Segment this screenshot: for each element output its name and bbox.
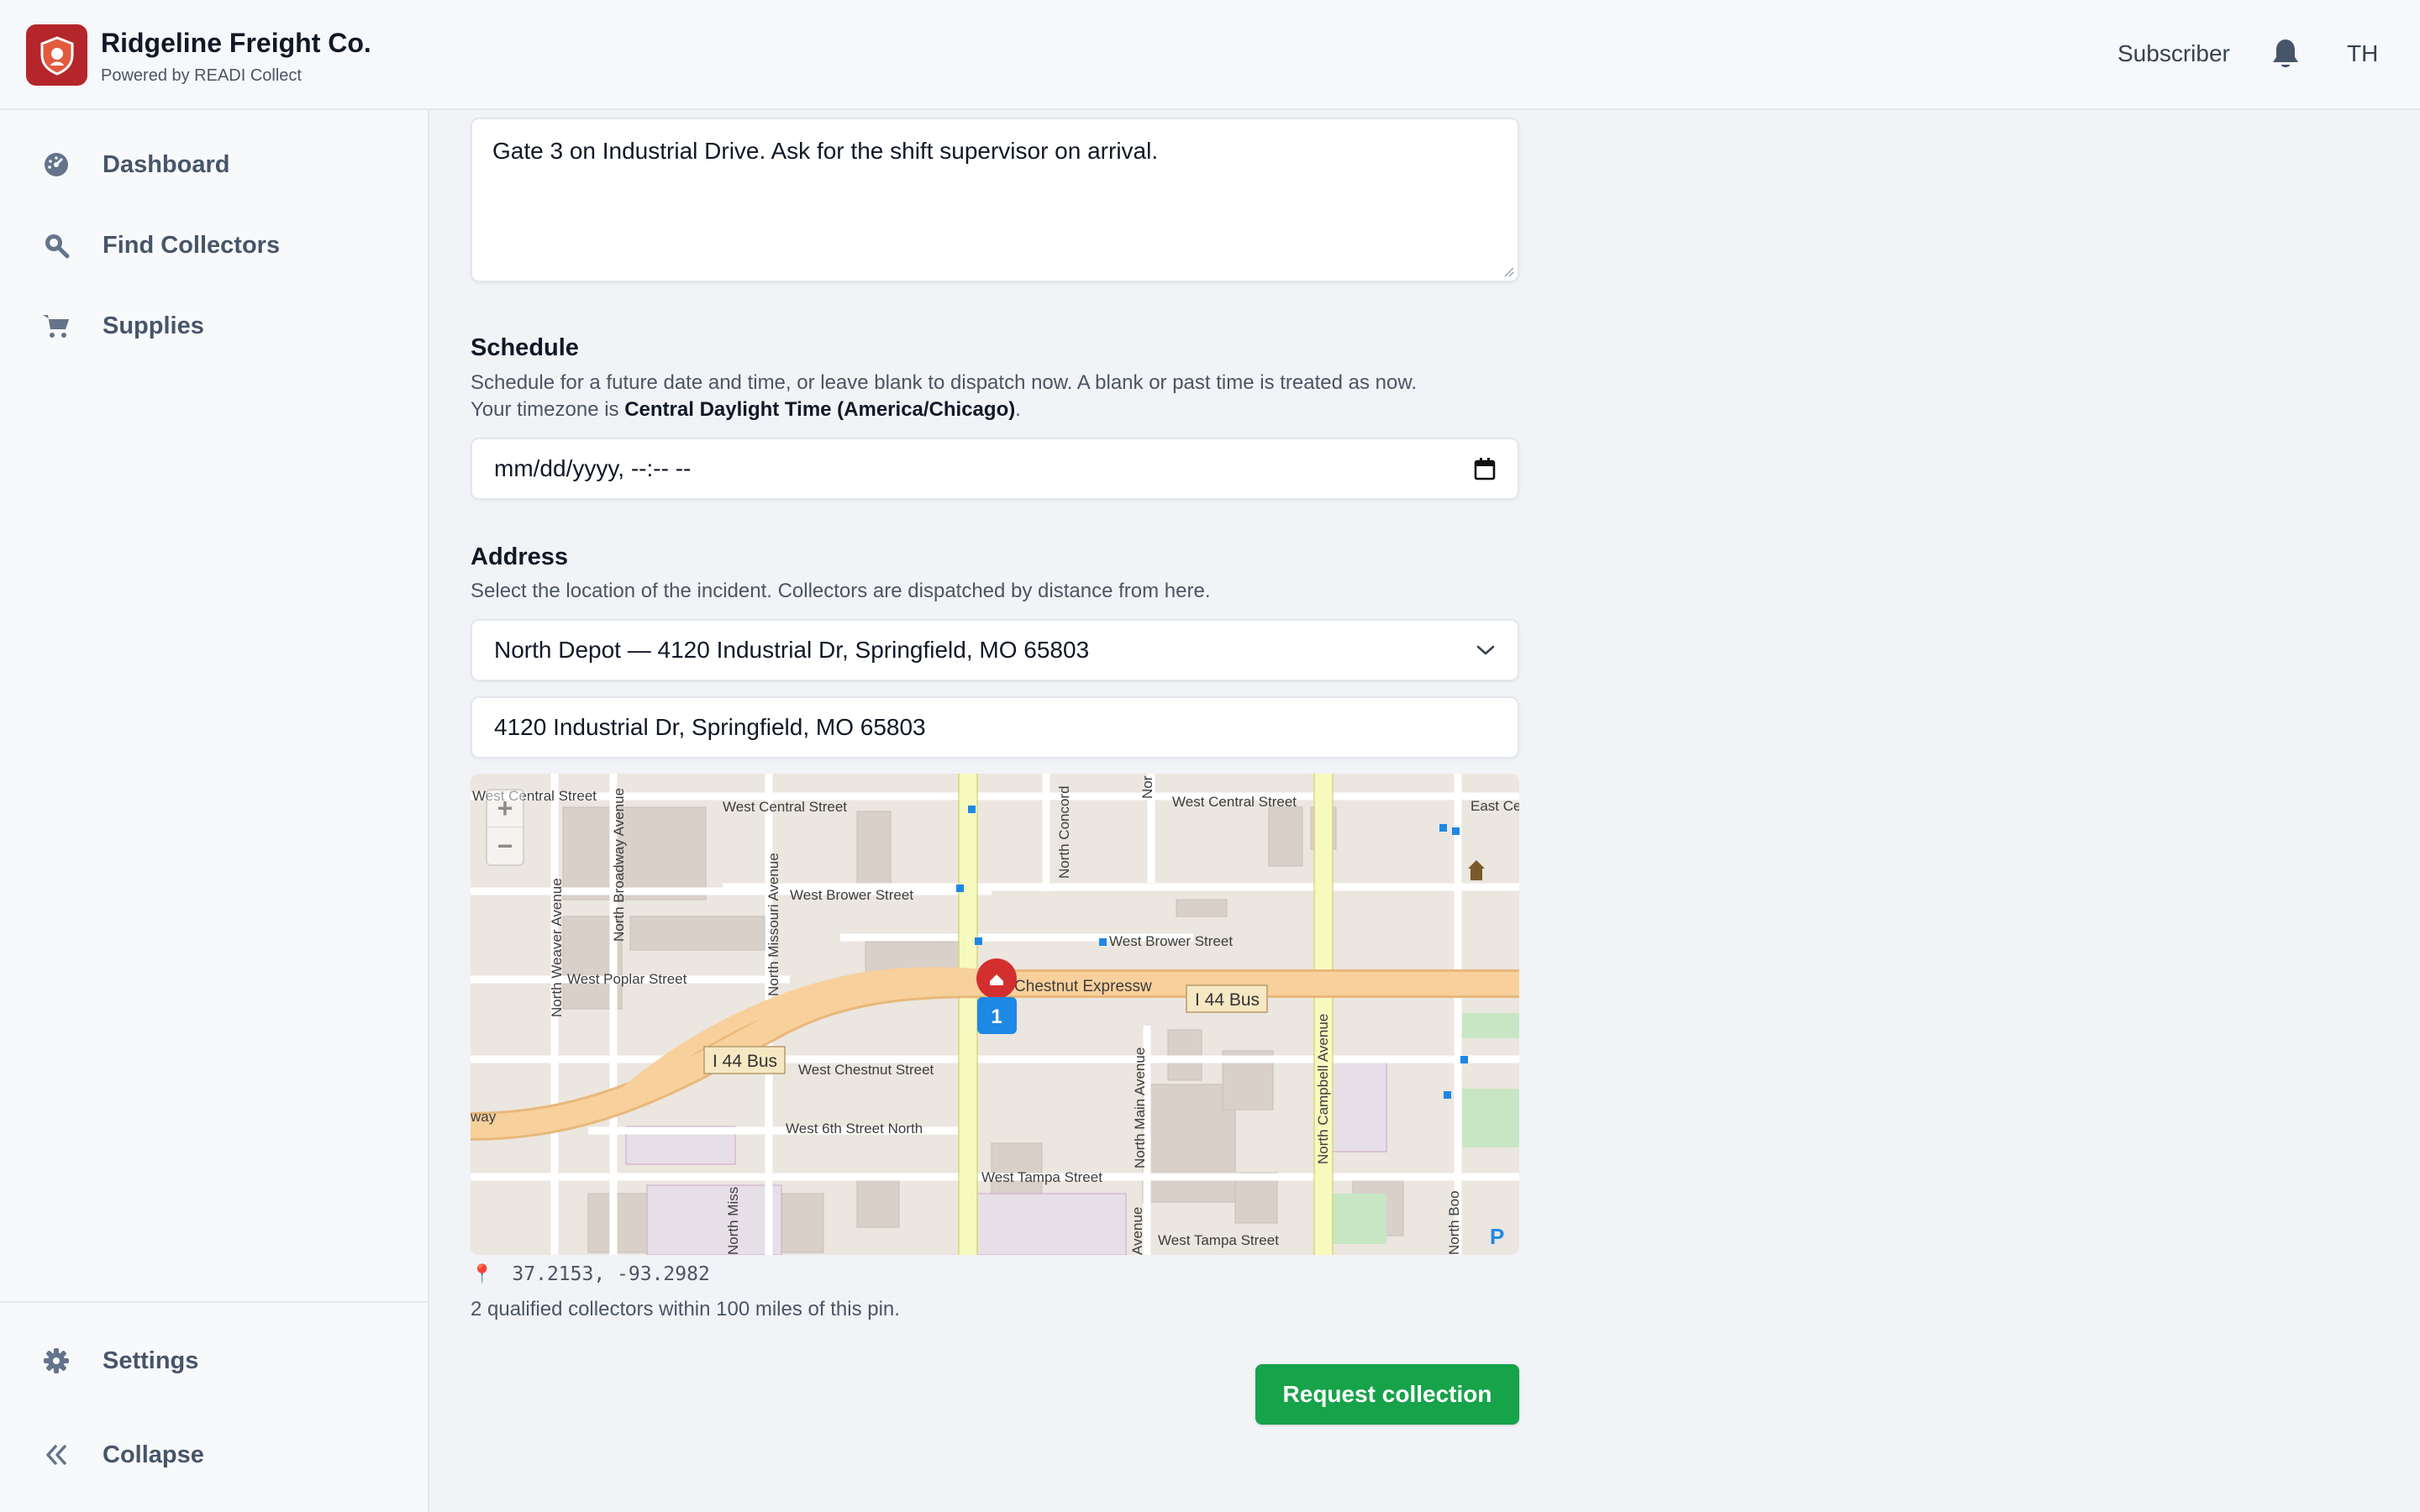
collector-count-marker[interactable]: 1 [977,997,1017,1034]
double-chevron-left-icon [40,1439,72,1471]
street-label: North Main Avenue [1132,1047,1148,1168]
street-label: North Miss [725,1187,741,1255]
street-label: North Broadway Avenue [611,788,627,942]
gear-icon [40,1345,72,1377]
parking-icon: P [1490,1224,1504,1249]
street-label: way [471,1109,497,1125]
sidebar-item-settings[interactable]: Settings [40,1340,198,1382]
street-label: West 6th Street North [786,1121,923,1137]
app-title: Ridgeline Freight Co. [101,28,371,58]
svg-text:1: 1 [991,1005,1002,1028]
sidebar-item-find-collectors[interactable]: Find Collectors [40,224,280,266]
address-title: Address [471,543,569,570]
street-label: West Central Street [1172,794,1297,810]
notes-textarea[interactable]: Gate 3 on Industrial Drive. Ask for the … [471,118,1519,282]
timezone-name: Central Daylight Time (America/Chicago) [624,398,1016,421]
sidebar-item-collapse[interactable]: Collapse [40,1434,204,1476]
app-subtitle: Powered by READI Collect [101,66,302,85]
top-header: Ridgeline Freight Co. Powered by READI C… [0,0,2420,110]
resize-handle-icon[interactable] [1502,265,1514,277]
search-icon [40,229,72,261]
coordinates-text: 37.2153, -93.2982 [512,1263,710,1285]
zoom-out-button[interactable]: − [487,827,523,864]
street-label: Avenue [1129,1207,1145,1255]
sidebar: Dashboard Find Collectors Supplies Setti… [0,110,429,1512]
chevron-down-icon [1476,645,1495,655]
street-label: West Chestnut Street [798,1062,934,1078]
svg-text:I 44 Bus: I 44 Bus [1195,990,1260,1010]
street-label: North Campbell Avenue [1315,1014,1331,1164]
street-label: North Boo [1446,1190,1462,1255]
address-help: Select the location of the incident. Col… [471,580,1211,602]
shield-logo-icon [40,35,73,76]
cart-icon [40,310,72,342]
schedule-help: Schedule for a future date and time, or … [471,371,1418,394]
street-label: West Brower Street [1109,933,1233,949]
sidebar-item-supplies[interactable]: Supplies [40,305,204,347]
highway-shield: I 44 Bus [1186,984,1268,1013]
sidebar-item-label: Dashboard [103,150,230,178]
highway-shield: I 44 Bus [703,1046,786,1074]
pin-coordinates: 📍 37.2153, -93.2982 [471,1263,710,1285]
address-value: 4120 Industrial Dr, Springfield, MO 6580… [494,714,926,740]
location-select[interactable]: North Depot — 4120 Industrial Dr, Spring… [471,619,1519,681]
sidebar-item-label: Collapse [103,1441,204,1468]
street-label: East Ce [1470,798,1519,814]
address-input[interactable]: 4120 Industrial Dr, Springfield, MO 6580… [471,696,1519,759]
street-label: West Brower Street [790,887,913,903]
user-avatar[interactable]: TH [2347,40,2378,67]
timezone-help: Your timezone is Central Daylight Time (… [471,398,1021,421]
street-label: West Tampa Street [981,1169,1102,1185]
street-label: West Central Street [723,799,847,815]
street-label: North Weaver Avenue [549,878,565,1017]
schedule-datetime-input[interactable]: mm/dd/yyyy, --:-- -- [471,438,1519,500]
map-zoom-control[interactable]: + − [486,789,524,866]
street-label: st Chestnut Expressw [997,978,1152,995]
selected-location: North Depot — 4120 Industrial Dr, Spring… [494,637,1090,663]
zoom-in-button[interactable]: + [487,790,523,827]
sidebar-divider [0,1301,428,1303]
calendar-icon[interactable] [1474,457,1496,480]
street-label: West Tampa Street [1158,1232,1279,1248]
svg-text:I 44 Bus: I 44 Bus [713,1052,777,1071]
street-label: West Poplar Street [567,971,687,987]
bell-icon[interactable] [2270,37,2301,71]
location-pin-icon[interactable] [976,958,1017,999]
street-label: Nor [1139,775,1155,799]
dashboard-icon [40,149,72,181]
schedule-title: Schedule [471,334,579,361]
map-tiles[interactable]: West Central Street West Central Street … [471,774,1519,1255]
sidebar-item-label: Find Collectors [103,231,281,259]
datetime-placeholder: mm/dd/yyyy, --:-- -- [494,455,692,481]
notes-text: Gate 3 on Industrial Drive. Ask for the … [492,138,1159,164]
street-label: North Missouri Avenue [765,853,781,996]
collectors-note: 2 qualified collectors within 100 miles … [471,1298,900,1320]
street-label: North Concord [1056,785,1072,879]
role-switcher[interactable]: Subscriber [2118,40,2230,67]
location-map[interactable]: West Central Street West Central Street … [471,774,1519,1255]
map-pin-icon: 📍 [471,1263,494,1285]
sidebar-item-label: Supplies [103,312,204,339]
sidebar-item-dashboard[interactable]: Dashboard [40,144,229,186]
company-logo [26,24,87,86]
request-collection-button[interactable]: Request collection [1255,1364,1519,1425]
sidebar-item-label: Settings [103,1347,199,1374]
